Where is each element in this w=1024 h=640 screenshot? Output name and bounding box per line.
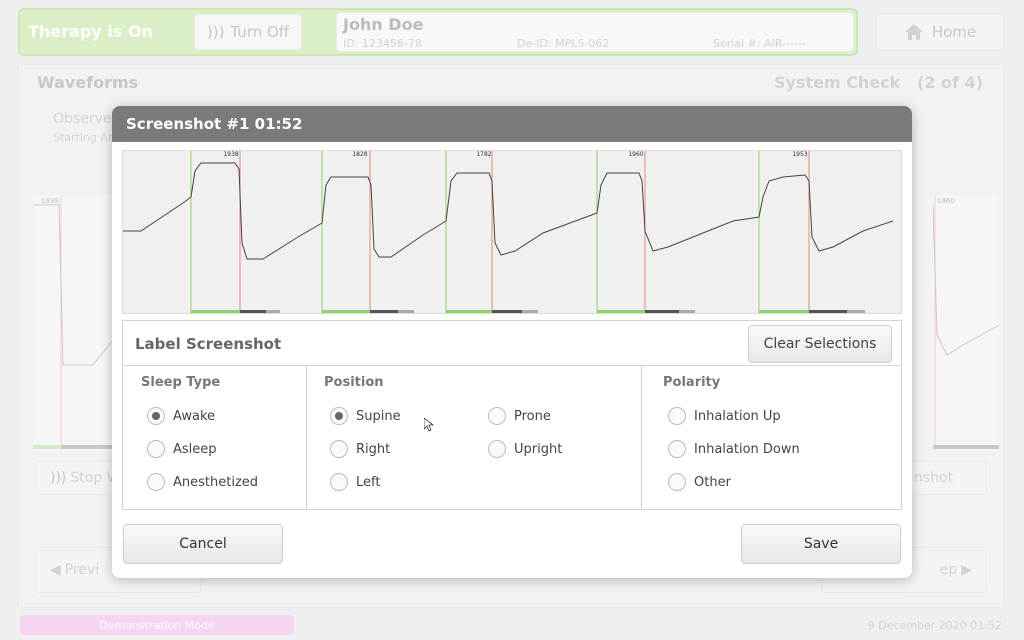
radio-empty-icon: [330, 440, 348, 458]
radio-empty-icon: [668, 473, 686, 491]
position-left-radio[interactable]: Left: [330, 473, 380, 491]
breath-3: 1782: [445, 151, 538, 313]
position-title: Position: [324, 375, 384, 390]
label-screenshot-title: Label Screenshot: [135, 335, 282, 353]
cancel-button[interactable]: Cancel: [123, 524, 283, 564]
polarity-inhalation-up-radio[interactable]: Inhalation Up: [668, 407, 781, 425]
breath-4: 1960: [596, 151, 695, 313]
radio-selected-icon: [330, 407, 348, 425]
pressure-trace: [123, 162, 894, 260]
radio-label: Anesthetized: [173, 474, 259, 490]
radio-selected-icon: [147, 407, 165, 425]
radio-label: Other: [694, 474, 731, 490]
position-upright-radio[interactable]: Upright: [488, 440, 562, 458]
sleep-type-awake-radio[interactable]: Awake: [147, 407, 215, 425]
breath-value-3: 1782: [476, 151, 491, 158]
radio-label: Left: [356, 474, 381, 490]
divider: [641, 365, 642, 509]
position-right-radio[interactable]: Right: [330, 440, 390, 458]
waveform-svg: 1938 1828 1782 1960 1953: [123, 151, 894, 313]
label-screenshot-panel: Label Screenshot Clear Selections Sleep …: [122, 320, 902, 510]
radio-label: Upright: [514, 441, 563, 457]
radio-empty-icon: [488, 407, 506, 425]
clear-selections-button[interactable]: Clear Selections: [748, 325, 892, 363]
radio-empty-icon: [147, 473, 165, 491]
breath-value-4: 1960: [628, 151, 643, 158]
radio-empty-icon: [488, 440, 506, 458]
radio-empty-icon: [147, 440, 165, 458]
label-screenshot-dialog: Screenshot #1 01:52 1938 1828 1782 1960 …: [112, 106, 912, 578]
radio-empty-icon: [668, 407, 686, 425]
radio-empty-icon: [668, 440, 686, 458]
sleep-type-anesthetized-radio[interactable]: Anesthetized: [147, 473, 258, 491]
sleep-type-title: Sleep Type: [141, 375, 221, 390]
sleep-type-asleep-radio[interactable]: Asleep: [147, 440, 217, 458]
radio-label: Awake: [173, 408, 216, 424]
divider: [123, 365, 901, 366]
breath-1: 1938: [190, 151, 280, 313]
polarity-inhalation-down-radio[interactable]: Inhalation Down: [668, 440, 800, 458]
radio-label: Asleep: [173, 441, 217, 457]
breath-value-1: 1938: [223, 151, 238, 158]
position-prone-radio[interactable]: Prone: [488, 407, 551, 425]
radio-label: Prone: [514, 408, 551, 424]
mouse-cursor-icon: [424, 418, 434, 432]
breath-2: 1828: [321, 151, 414, 313]
radio-label: Supine: [356, 408, 401, 424]
breath-value-2: 1828: [352, 151, 367, 158]
breath-value-5: 1953: [792, 151, 807, 158]
radio-label: Inhalation Down: [694, 441, 800, 457]
dialog-title: Screenshot #1 01:52: [112, 106, 912, 142]
polarity-title: Polarity: [663, 375, 721, 390]
radio-label: Right: [356, 441, 391, 457]
waveform-screenshot: 1938 1828 1782 1960 1953: [122, 150, 902, 314]
position-supine-radio[interactable]: Supine: [330, 407, 401, 425]
radio-empty-icon: [330, 473, 348, 491]
radio-label: Inhalation Up: [694, 408, 781, 424]
divider: [306, 365, 307, 509]
polarity-other-radio[interactable]: Other: [668, 473, 731, 491]
save-button[interactable]: Save: [741, 524, 901, 564]
